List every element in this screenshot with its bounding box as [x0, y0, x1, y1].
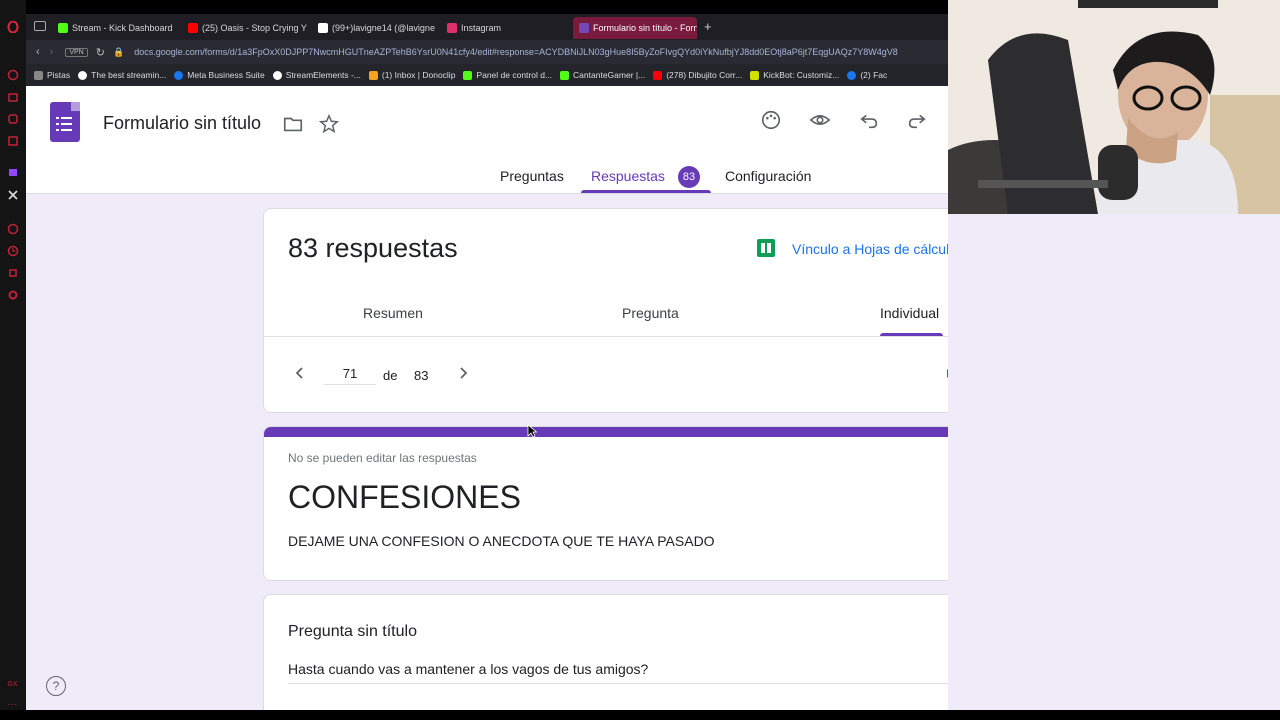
responses-count-title: 83 respuestas	[288, 233, 458, 263]
sidebar-x-icon[interactable]	[6, 188, 19, 201]
bookmark-item[interactable]: The best streamin...	[78, 70, 166, 80]
tab-responses[interactable]: Respuestas	[591, 168, 665, 184]
tab-kick-dashboard[interactable]: Stream - Kick Dashboard	[58, 17, 183, 39]
google-sheets-icon[interactable]	[757, 239, 775, 257]
bookmark-item[interactable]: StreamElements -...	[272, 70, 361, 80]
sidebar-messenger-icon[interactable]	[6, 112, 19, 125]
responses-count-badge: 83	[678, 166, 700, 188]
sidebar-extension-icon[interactable]	[6, 266, 19, 279]
question-card: Pregunta sin título Hasta cuando vas a m…	[263, 594, 948, 710]
sidebar-gx-icon[interactable]: GX	[6, 678, 19, 691]
google-forms-tab-icon	[579, 23, 589, 33]
vpn-badge[interactable]: VPN	[65, 47, 88, 57]
active-tab-indicator	[581, 190, 711, 193]
folder-icon[interactable]	[281, 112, 305, 136]
facebook-icon	[847, 70, 857, 80]
browser-sidebar: GX ···	[0, 0, 26, 720]
meta-icon	[174, 70, 184, 80]
previous-response-chevron-icon[interactable]	[290, 363, 310, 383]
document-title[interactable]: Formulario sin título	[103, 113, 261, 134]
screen-bottom-edge	[0, 710, 1280, 720]
response-number-input[interactable]: 71	[324, 366, 376, 385]
kickbot-icon	[750, 70, 760, 80]
opera-logo-icon[interactable]	[6, 20, 19, 33]
edit-disabled-note: No se pueden editar las respuestas	[288, 451, 477, 465]
bookmark-item[interactable]: (278) Dibujito Corr...	[653, 70, 742, 80]
address-bar: ‹ › VPN ↻ 🔒 docs.google.com/forms/d/1a3F…	[26, 40, 948, 64]
workspaces-icon[interactable]	[34, 21, 46, 31]
help-icon[interactable]: ?	[46, 676, 66, 696]
lock-icon: 🔒	[112, 46, 125, 57]
tab-tiktok[interactable]: (99+)lavigne14 (@lavigne	[318, 17, 443, 39]
pager-total: 83	[414, 368, 429, 383]
google-forms-logo-icon[interactable]	[50, 102, 80, 142]
instagram-icon	[447, 23, 457, 33]
undo-icon[interactable]	[857, 108, 881, 132]
bookmark-favicon-icon	[78, 70, 88, 80]
new-tab-plus-icon[interactable]: +	[704, 19, 712, 34]
star-icon[interactable]	[317, 112, 341, 136]
kick-icon	[463, 70, 473, 80]
sidebar-twitch-icon[interactable]	[6, 166, 19, 179]
forward-icon[interactable]: ›	[50, 46, 54, 58]
screen: GX ··· Stream - Kick Dashboard (25) Oasi…	[0, 0, 1280, 720]
webcam-person-image	[948, 0, 1280, 214]
bookmark-item[interactable]: (1) Inbox | Donoclip	[368, 70, 455, 80]
sidebar-shop-icon[interactable]	[6, 90, 19, 103]
reload-icon[interactable]: ↻	[96, 46, 105, 59]
bookmarks-bar: Pistas The best streamin... Meta Busines…	[26, 64, 948, 86]
youtube-icon	[188, 23, 198, 33]
next-response-chevron-icon[interactable]	[453, 363, 473, 383]
webcam-overlay	[948, 0, 1280, 214]
palette-icon[interactable]	[759, 108, 783, 132]
response-view-tabs: Resumen Pregunta Individual	[264, 295, 948, 337]
sidebar-settings-icon[interactable]	[6, 288, 19, 301]
subtab-individual[interactable]: Individual	[880, 305, 939, 321]
bookmark-item[interactable]: KickBot: Customiz...	[750, 70, 839, 80]
sheets-link[interactable]: Vínculo a Hojas de cálculo	[792, 241, 948, 257]
streamelements-icon	[272, 70, 282, 80]
tiktok-icon	[318, 23, 328, 33]
sidebar-whatsapp-icon[interactable]	[6, 134, 19, 147]
bookmark-item[interactable]: (2) Fac	[847, 70, 887, 80]
url-input[interactable]: docs.google.com/forms/d/1a3FpOxX0DJPP7Nw…	[134, 47, 924, 57]
tab-instagram[interactable]: Instagram	[447, 17, 572, 39]
folder-icon	[34, 70, 43, 80]
bookmark-item[interactable]: Meta Business Suite	[174, 70, 265, 80]
form-header-card: No se pueden editar las respuestas CONFE…	[263, 426, 948, 581]
mouse-cursor-icon	[527, 424, 537, 438]
donoclip-icon	[368, 70, 378, 80]
form-description: DEJAME UNA CONFESION O ANECDOTA QUE TE H…	[288, 533, 715, 549]
form-accent-bar	[264, 427, 948, 437]
forms-header: Formulario sin título Preguntas Respuest…	[26, 86, 948, 194]
youtube-icon	[653, 70, 663, 80]
subtab-question[interactable]: Pregunta	[622, 305, 679, 321]
pager-of-label: de	[383, 368, 398, 383]
tab-settings[interactable]: Configuración	[725, 168, 811, 184]
form-title: CONFESIONES	[288, 479, 521, 515]
tab-google-forms[interactable]: Formulario sin título - Forn	[573, 17, 697, 39]
forms-page: Formulario sin título Preguntas Respuest…	[26, 86, 948, 710]
redo-icon[interactable]	[905, 108, 929, 132]
back-icon[interactable]: ‹	[36, 46, 40, 58]
bookmark-item[interactable]: Pistas	[34, 70, 70, 80]
responses-card: 83 respuestas Vínculo a Hojas de cálculo…	[263, 208, 948, 413]
kick-icon	[560, 70, 570, 80]
page-background-right	[948, 214, 1280, 710]
question-answer: Hasta cuando vas a mantener a los vagos …	[288, 661, 948, 684]
tab-oasis-youtube[interactable]: (25) Oasis - Stop Crying Y	[188, 17, 313, 39]
bookmark-item[interactable]: Panel de control d...	[463, 70, 552, 80]
tab-bar: Stream - Kick Dashboard (25) Oasis - Sto…	[26, 14, 948, 40]
tab-questions[interactable]: Preguntas	[500, 168, 564, 184]
response-pager: 71 de 83	[264, 339, 948, 412]
subtab-summary[interactable]: Resumen	[363, 305, 423, 321]
active-subtab-indicator	[880, 333, 943, 336]
sidebar-music-icon[interactable]	[6, 222, 19, 235]
sidebar-clock-icon[interactable]	[6, 244, 19, 257]
preview-eye-icon[interactable]	[808, 108, 832, 132]
sidebar-history-icon[interactable]	[6, 68, 19, 81]
question-title: Pregunta sin título	[288, 623, 417, 640]
kick-icon	[58, 23, 68, 33]
bookmark-item[interactable]: CantanteGamer |...	[560, 70, 645, 80]
